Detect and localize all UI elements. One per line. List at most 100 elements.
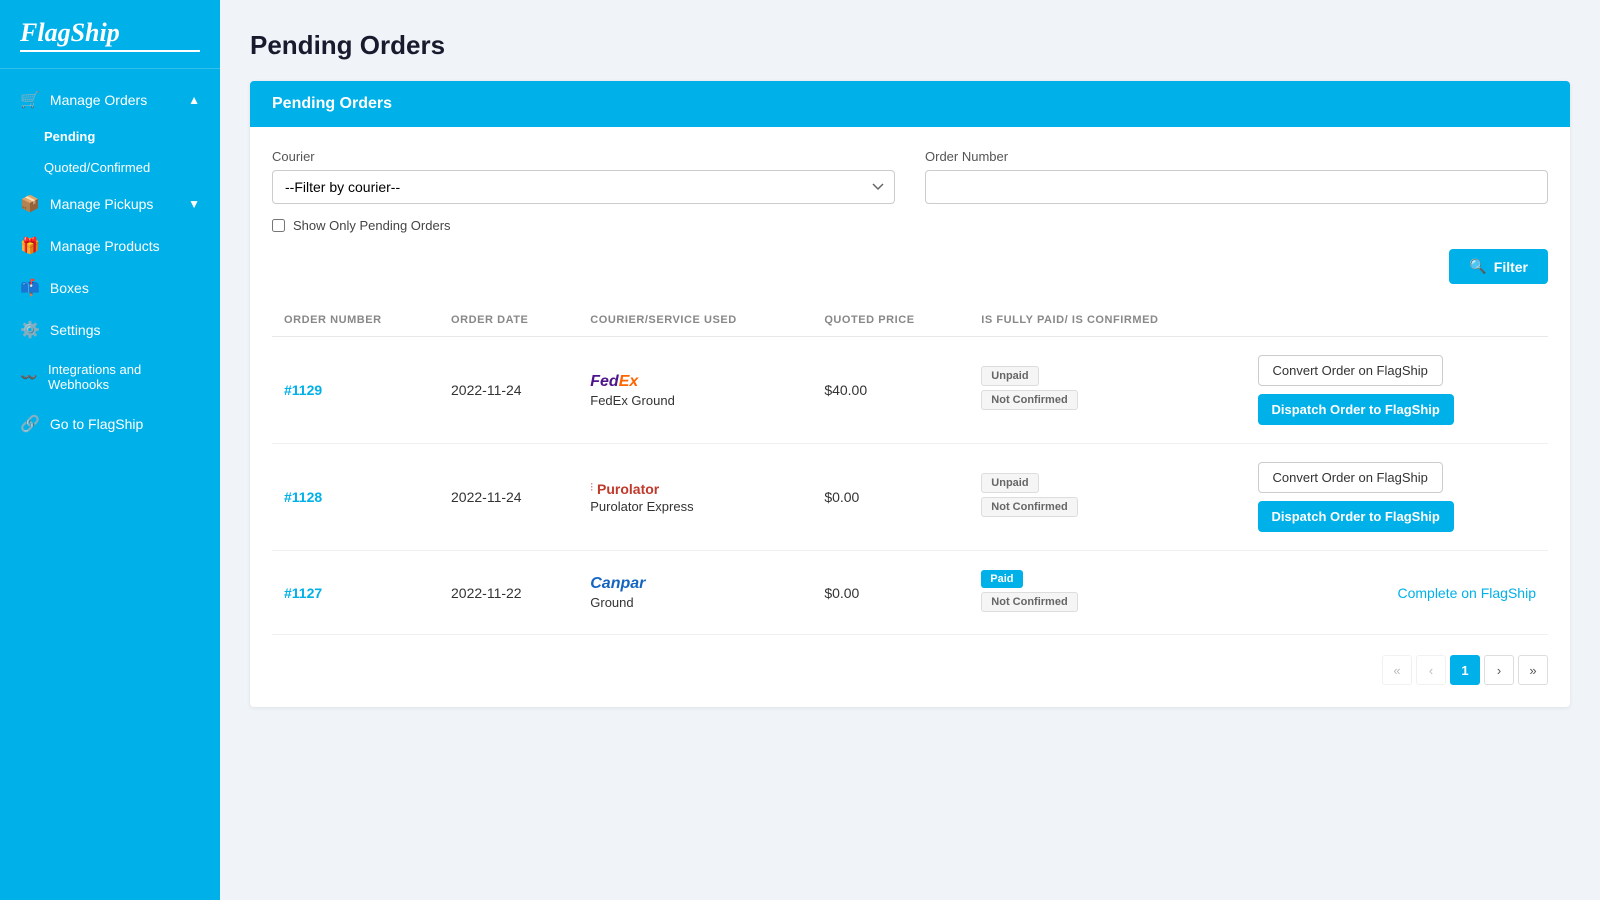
settings-icon: ⚙️ — [20, 320, 40, 340]
quoted-price-0: $40.00 — [812, 337, 969, 444]
dispatch-order-btn-0[interactable]: Dispatch Order to FlagShip — [1258, 394, 1454, 425]
go-flagship-label: Go to FlagShip — [50, 416, 143, 432]
courier-filter-select[interactable]: --Filter by courier-- — [272, 170, 895, 204]
pickups-arrow: ▼ — [188, 197, 200, 211]
order-number-label: Order Number — [925, 149, 1548, 164]
purolator-logo: ⫶Purolator — [590, 481, 800, 497]
convert-order-btn-1[interactable]: Convert Order on FlagShip — [1258, 462, 1443, 493]
card-body: Courier --Filter by courier-- Show Only … — [250, 127, 1570, 707]
sidebar-item-manage-pickups[interactable]: 📦 Manage Pickups ▼ — [0, 183, 220, 225]
products-icon: 🎁 — [20, 236, 40, 256]
order-number-input[interactable] — [925, 170, 1548, 204]
table-header-row: ORDER NUMBER ORDER DATE COURIER/SERVICE … — [272, 304, 1548, 337]
order-date-2: 2022-11-22 — [439, 551, 578, 635]
order-status-0: Unpaid Not Confirmed — [969, 337, 1245, 444]
page-title: Pending Orders — [250, 30, 1570, 61]
courier-filter-group: Courier --Filter by courier-- Show Only … — [272, 149, 895, 233]
sidebar-nav: 🛒 Manage Orders ▲ Pending Quoted/Confirm… — [0, 69, 220, 900]
filter-button-label: Filter — [1494, 259, 1528, 275]
manage-products-label: Manage Products — [50, 238, 160, 254]
sidebar-item-integrations[interactable]: 〰️ Integrations and Webhooks — [0, 351, 220, 403]
page-first-btn[interactable]: « — [1382, 655, 1412, 685]
order-status-2: Paid Not Confirmed — [969, 551, 1245, 635]
filter-button[interactable]: 🔍 Filter — [1449, 249, 1548, 284]
table-body: #11292022-11-24FedExFedEx Ground$40.00Un… — [272, 337, 1548, 635]
order-number-filter-group: Order Number — [925, 149, 1548, 204]
sidebar-item-settings[interactable]: ⚙️ Settings — [0, 309, 220, 351]
sidebar-item-pending[interactable]: Pending — [0, 121, 220, 152]
sidebar-item-go-to-flagship[interactable]: 🔗 Go to FlagShip — [0, 403, 220, 445]
sidebar-item-manage-orders[interactable]: 🛒 Manage Orders ▲ — [0, 79, 220, 121]
confirmed-badge-0: Not Confirmed — [981, 390, 1077, 410]
order-courier-0: FedEx FedEx Ground — [578, 337, 812, 444]
sidebar-item-manage-products[interactable]: 🎁 Manage Products — [0, 225, 220, 267]
logo-underline — [20, 50, 200, 52]
integrations-label: Integrations and Webhooks — [48, 362, 200, 392]
pending-label: Pending — [44, 129, 95, 144]
main-content: Pending Orders Pending Orders Courier --… — [220, 0, 1600, 900]
show-pending-row: Show Only Pending Orders — [272, 218, 895, 233]
order-actions-0: Convert Order on FlagShip Dispatch Order… — [1246, 337, 1548, 444]
col-paid-confirmed: IS FULLY PAID/ IS CONFIRMED — [969, 304, 1245, 337]
show-pending-label[interactable]: Show Only Pending Orders — [293, 218, 451, 233]
table-row: #1128 2022-11-24 ⫶Purolator Purolator Expre… — [272, 444, 1548, 551]
order-courier-2: CanparGround — [578, 551, 812, 635]
col-quoted-price: QUOTED PRICE — [812, 304, 969, 337]
confirmed-badge-1: Not Confirmed — [981, 497, 1077, 517]
confirmed-badge-2: Not Confirmed — [981, 592, 1077, 612]
paid-badge-0: Unpaid — [981, 366, 1038, 386]
manage-orders-label: Manage Orders — [50, 92, 147, 108]
table-row: #11272022-11-22CanparGround$0.00PaidNot … — [272, 551, 1548, 635]
orders-icon: 🛒 — [20, 90, 40, 110]
complete-order-btn-2[interactable]: Complete on FlagShip — [1397, 585, 1536, 601]
sidebar: FlagShip 🛒 Manage Orders ▲ Pending Quote… — [0, 0, 220, 900]
courier-service-0: FedEx Ground — [590, 393, 800, 408]
paid-badge-2: Paid — [981, 570, 1022, 588]
go-flagship-icon: 🔗 — [20, 414, 40, 434]
page-prev-btn[interactable]: ‹ — [1416, 655, 1446, 685]
col-order-number: ORDER NUMBER — [272, 304, 439, 337]
table-row: #11292022-11-24FedExFedEx Ground$40.00Un… — [272, 337, 1548, 444]
logo-area: FlagShip — [0, 0, 220, 69]
card-header: Pending Orders — [250, 81, 1570, 127]
show-pending-checkbox[interactable] — [272, 219, 285, 232]
courier-filter-label: Courier — [272, 149, 895, 164]
order-link-1[interactable]: #1128 — [284, 489, 322, 505]
boxes-label: Boxes — [50, 280, 89, 296]
sidebar-item-boxes[interactable]: 📫 Boxes — [0, 267, 220, 309]
quoted-confirmed-label: Quoted/Confirmed — [44, 160, 150, 175]
canpar-logo: Canpar — [590, 575, 800, 593]
convert-order-btn-0[interactable]: Convert Order on FlagShip — [1258, 355, 1443, 386]
order-courier-1: ⫶Purolator Purolator Express — [578, 444, 812, 551]
page-last-btn[interactable]: » — [1518, 655, 1548, 685]
orders-arrow: ▲ — [188, 93, 200, 107]
manage-pickups-label: Manage Pickups — [50, 196, 154, 212]
order-date-1: 2022-11-24 — [439, 444, 578, 551]
fedex-logo: FedEx — [590, 373, 800, 391]
quoted-price-1: $0.00 — [812, 444, 969, 551]
order-date-0: 2022-11-24 — [439, 337, 578, 444]
courier-service-1: Purolator Express — [590, 499, 800, 514]
pickups-icon: 📦 — [20, 194, 40, 214]
settings-label: Settings — [50, 322, 101, 338]
filter-btn-row: 🔍 Filter — [272, 249, 1548, 284]
search-icon: 🔍 — [1469, 258, 1486, 275]
integrations-icon: 〰️ — [20, 369, 38, 386]
page-next-btn[interactable]: › — [1484, 655, 1514, 685]
col-courier: COURIER/SERVICE USED — [578, 304, 812, 337]
boxes-icon: 📫 — [20, 278, 40, 298]
table-head: ORDER NUMBER ORDER DATE COURIER/SERVICE … — [272, 304, 1548, 337]
order-actions-1: Convert Order on FlagShip Dispatch Order… — [1246, 444, 1548, 551]
filter-row: Courier --Filter by courier-- Show Only … — [272, 149, 1548, 233]
order-actions-2: Complete on FlagShip — [1246, 551, 1548, 635]
order-link-0[interactable]: #1129 — [284, 382, 322, 398]
col-order-date: ORDER DATE — [439, 304, 578, 337]
order-link-2[interactable]: #1127 — [284, 585, 322, 601]
col-actions — [1246, 304, 1548, 337]
order-status-1: UnpaidNot Confirmed — [969, 444, 1245, 551]
sidebar-item-quoted-confirmed[interactable]: Quoted/Confirmed — [0, 152, 220, 183]
pending-orders-card: Pending Orders Courier --Filter by couri… — [250, 81, 1570, 707]
dispatch-order-btn-1[interactable]: Dispatch Order to FlagShip — [1258, 501, 1454, 532]
orders-table: ORDER NUMBER ORDER DATE COURIER/SERVICE … — [272, 304, 1548, 635]
page-current-btn[interactable]: 1 — [1450, 655, 1480, 685]
